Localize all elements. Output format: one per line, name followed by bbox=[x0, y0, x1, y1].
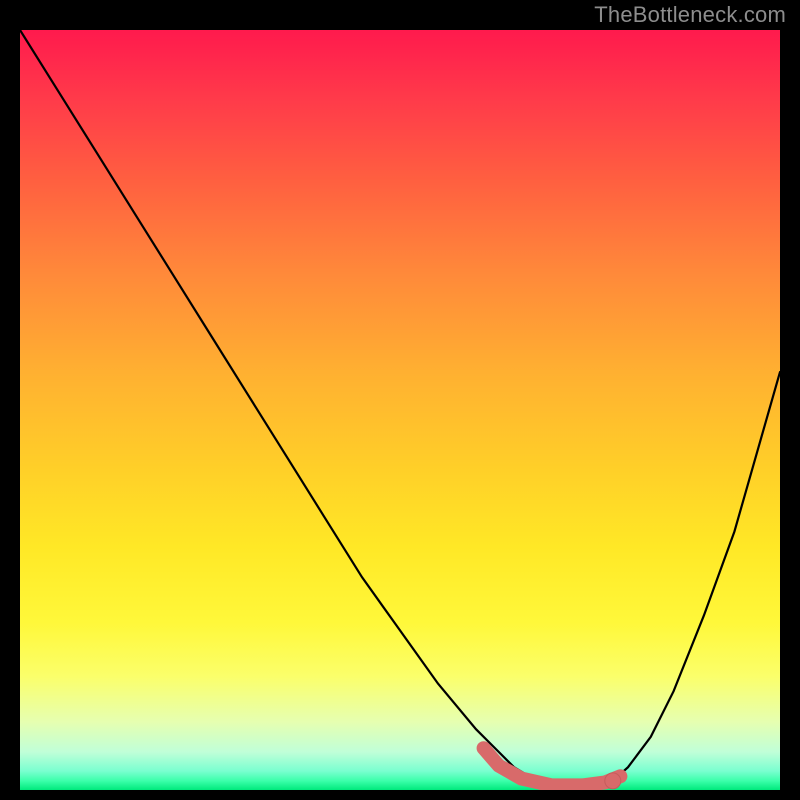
curve-layer bbox=[20, 30, 780, 790]
plot-area bbox=[20, 30, 780, 790]
selected-range-segment bbox=[484, 748, 621, 785]
watermark-text: TheBottleneck.com bbox=[594, 2, 786, 28]
chart-frame: TheBottleneck.com bbox=[0, 0, 800, 800]
bottleneck-curve bbox=[20, 30, 780, 786]
selected-range-end-marker bbox=[605, 773, 621, 789]
